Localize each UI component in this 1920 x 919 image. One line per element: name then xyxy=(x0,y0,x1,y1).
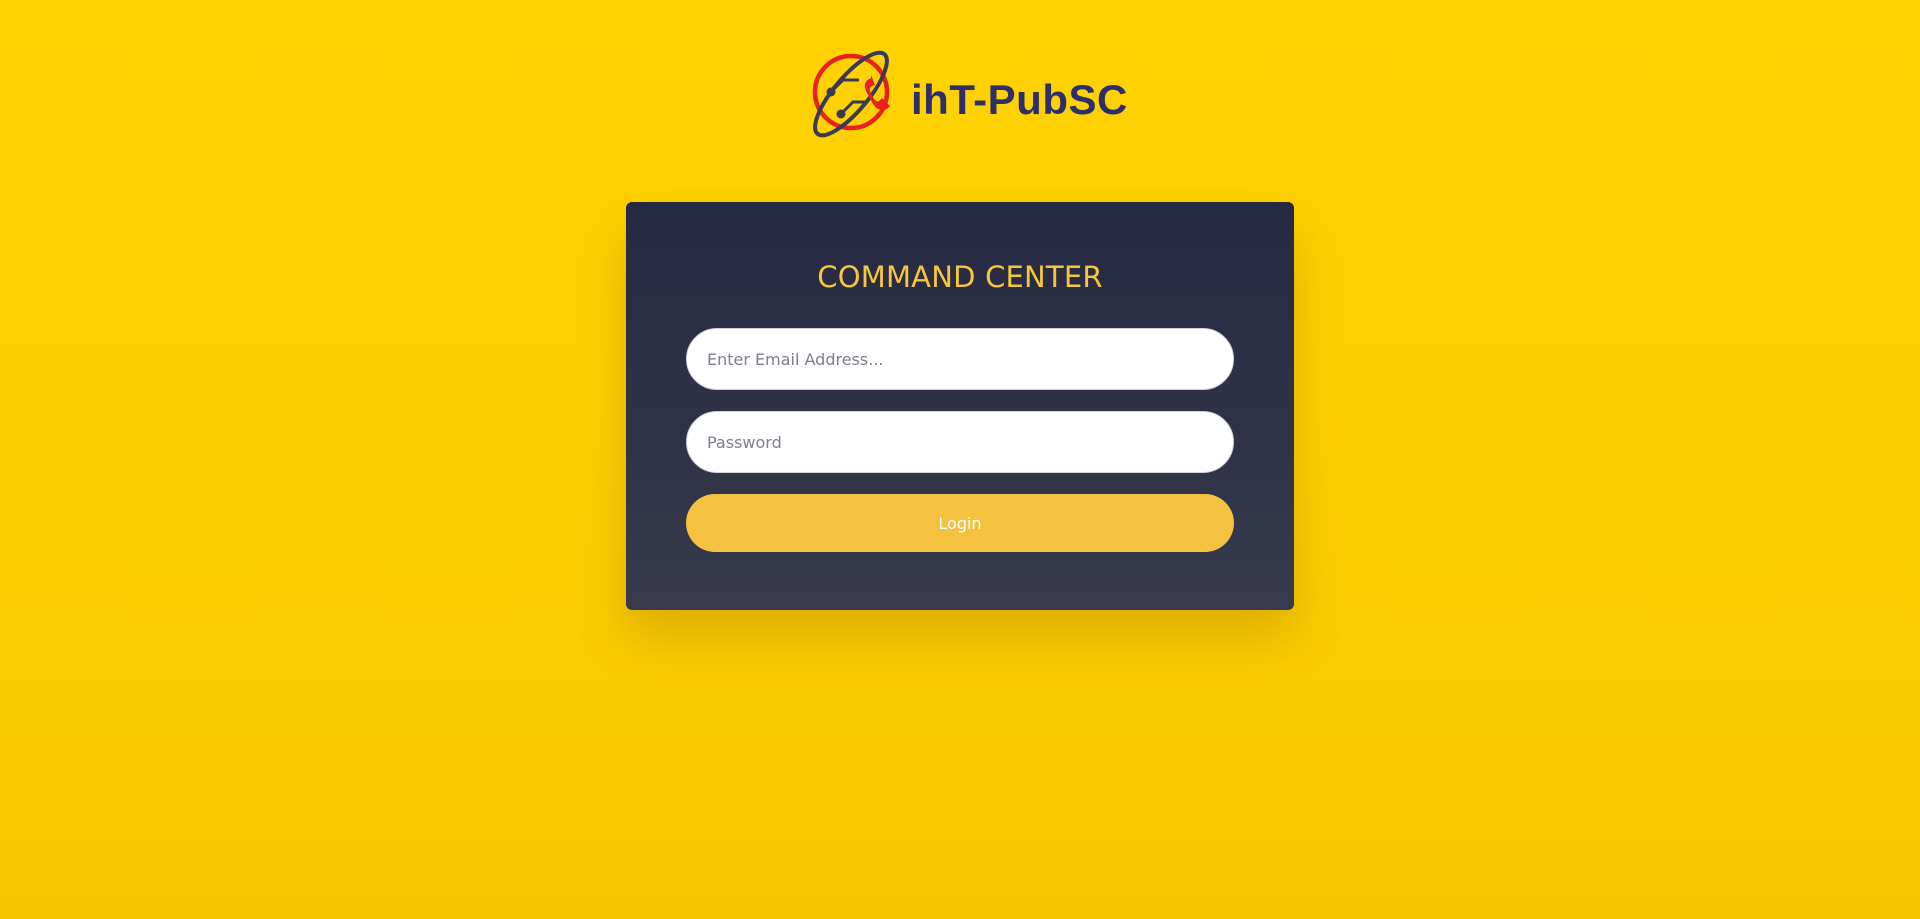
brand-header: ihT-PubSC xyxy=(805,44,1128,144)
login-card: COMMAND CENTER Login xyxy=(626,202,1294,610)
login-title: COMMAND CENTER xyxy=(817,260,1103,294)
brand-name: ihT-PubSC xyxy=(911,76,1128,123)
password-input[interactable] xyxy=(686,411,1234,473)
phone-orbit-logo-icon xyxy=(812,50,890,138)
email-input[interactable] xyxy=(686,328,1234,390)
login-button[interactable]: Login xyxy=(686,494,1234,552)
